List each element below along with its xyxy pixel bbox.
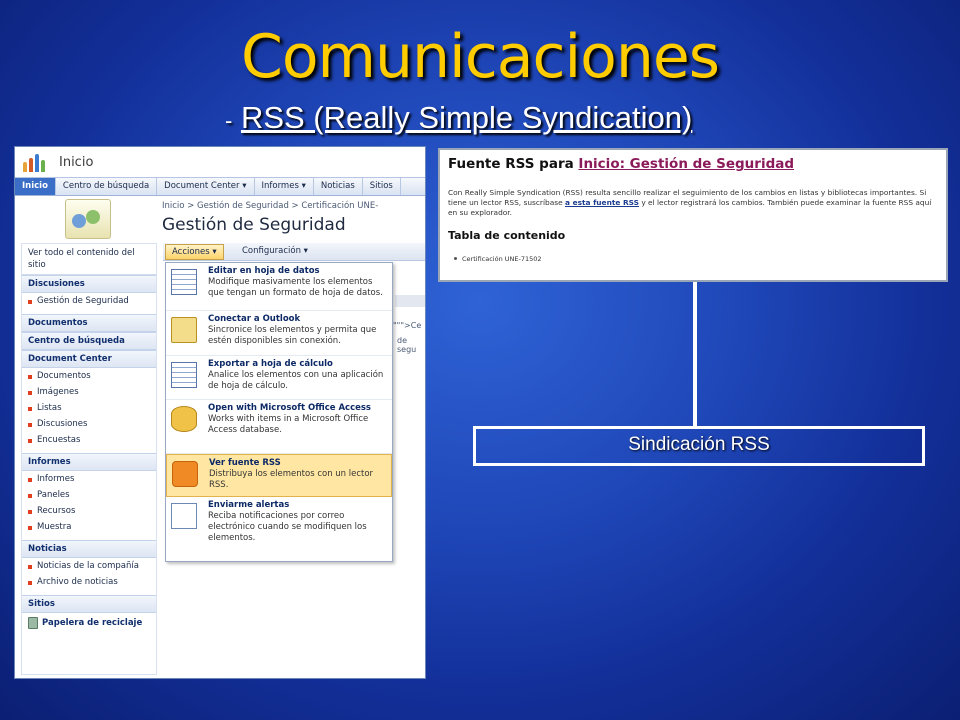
rss-subscribe-link[interactable]: a esta fuente RSS: [565, 198, 639, 207]
nav-item-discusiones[interactable]: Discusiones: [22, 416, 156, 432]
breadcrumb[interactable]: Inicio > Gestión de Seguridad > Certific…: [162, 201, 378, 211]
rss-icon: [172, 461, 198, 487]
recycle-bin-icon: [28, 617, 38, 629]
actions-dropdown-menu: Editar en hoja de datos Modifique masiva…: [165, 262, 393, 562]
menu-item-desc: Reciba notificaciones por correo electró…: [208, 511, 367, 543]
nav-item-archivo-noticias[interactable]: Archivo de noticias: [22, 574, 156, 590]
nav-header-discusiones[interactable]: Discusiones: [22, 275, 156, 293]
behind-text-1: """>Ce: [393, 321, 422, 330]
syndication-label-box: Sindicación RSS: [473, 426, 925, 466]
subtitle-text: RSS (Really Simple Syndication): [240, 100, 693, 135]
connector-line: [693, 282, 697, 427]
recycle-bin-link[interactable]: Papelera de reciclaje: [22, 613, 156, 633]
nav-item-imagenes[interactable]: Imágenes: [22, 384, 156, 400]
access-icon: [171, 406, 197, 432]
sp-top-bar: Inicio: [15, 147, 425, 177]
sharepoint-logo-icon: [23, 152, 47, 172]
nav-item-encuestas[interactable]: Encuestas: [22, 432, 156, 448]
tab-noticias[interactable]: Noticias: [314, 178, 363, 195]
tab-document-center[interactable]: Document Center ▾: [157, 178, 255, 195]
nav-header-informes[interactable]: Informes: [22, 453, 156, 471]
nav-header-sitios[interactable]: Sitios: [22, 595, 156, 613]
sharepoint-screenshot: Inicio Inicio Centro de búsqueda Documen…: [14, 146, 426, 679]
behind-text-2: de segu: [397, 336, 417, 354]
quick-launch: Ver todo el contenido del sitio Discusio…: [21, 243, 157, 675]
nav-header-document-center[interactable]: Document Center: [22, 350, 156, 368]
nav-item-informes[interactable]: Informes: [22, 471, 156, 487]
menu-item-view-rss[interactable]: Ver fuente RSS Distribuya los elementos …: [166, 454, 392, 497]
menu-item-connect-outlook[interactable]: Conectar a Outlook Sincronice los elemen…: [166, 311, 392, 356]
recycle-bin-label: Papelera de reciclaje: [42, 618, 143, 628]
rss-feed-panel: Fuente RSS para Inicio: Gestión de Segur…: [438, 148, 948, 282]
menu-item-alert-me[interactable]: Enviarme alertas Reciba notificaciones p…: [166, 497, 392, 553]
menu-item-desc: Distribuya los elementos con un lector R…: [209, 469, 374, 490]
nav-item-muestra[interactable]: Muestra: [22, 519, 156, 535]
menu-item-title: Editar en hoja de datos: [208, 266, 320, 276]
menu-item-desc: Works with items in a Microsoft Office A…: [208, 414, 369, 435]
menu-item-title: Exportar a hoja de cálculo: [208, 359, 333, 369]
menu-item-edit-datasheet[interactable]: Editar en hoja de datos Modifique masiva…: [166, 263, 392, 311]
alert-mail-icon: [171, 503, 197, 529]
nav-item-recursos[interactable]: Recursos: [22, 503, 156, 519]
top-nav-tabs: Inicio Centro de búsqueda Document Cente…: [15, 177, 425, 196]
list-toolbar: Acciones ▾ Configuración ▾: [163, 243, 425, 261]
site-name[interactable]: Inicio: [59, 155, 93, 170]
slide-title: Comunicaciones: [240, 22, 720, 92]
menu-item-title: Conectar a Outlook: [208, 314, 301, 324]
actions-menu-button[interactable]: Acciones ▾: [165, 244, 224, 260]
nav-item-listas[interactable]: Listas: [22, 400, 156, 416]
tab-informes[interactable]: Informes ▾: [255, 178, 314, 195]
page-header: Inicio > Gestión de Seguridad > Certific…: [15, 197, 425, 245]
menu-item-desc: Modifique masivamente los elementos que …: [208, 277, 383, 298]
slide-subtitle: - RSS (Really Simple Syndication): [225, 100, 692, 136]
menu-item-title: Open with Microsoft Office Access: [208, 403, 371, 413]
datasheet-icon: [171, 269, 197, 295]
menu-item-title: Enviarme alertas: [208, 500, 290, 510]
rss-description: Con Really Simple Syndication (RSS) resu…: [448, 188, 942, 218]
tab-sitios[interactable]: Sitios: [363, 178, 401, 195]
tab-centro-busqueda[interactable]: Centro de búsqueda: [56, 178, 158, 195]
nav-item-gestion-seguridad[interactable]: Gestión de Seguridad: [22, 293, 156, 309]
nav-item-paneles[interactable]: Paneles: [22, 487, 156, 503]
menu-item-title: Ver fuente RSS: [209, 458, 281, 468]
menu-item-open-access[interactable]: Open with Microsoft Office Access Works …: [166, 400, 392, 454]
toc-item[interactable]: Certificación UNE-71502: [454, 255, 542, 263]
nav-item-noticias-compania[interactable]: Noticias de la compañía: [22, 558, 156, 574]
rss-feed-title: Fuente RSS para Inicio: Gestión de Segur…: [448, 156, 794, 172]
subtitle-dash: -: [225, 108, 233, 133]
toc-heading: Tabla de contenido: [448, 229, 566, 242]
menu-item-export-spreadsheet[interactable]: Exportar a hoja de cálculo Analice los e…: [166, 356, 392, 400]
view-all-content-link[interactable]: Ver todo el contenido del sitio: [22, 244, 156, 275]
settings-menu-button[interactable]: Configuración ▾: [242, 246, 308, 256]
menu-item-desc: Sincronice los elementos y permita que e…: [208, 325, 377, 346]
nav-item-documentos[interactable]: Documentos: [22, 368, 156, 384]
page-title: Gestión de Seguridad: [162, 215, 346, 235]
site-icon: [65, 199, 111, 239]
menu-item-desc: Analice los elementos con una aplicación…: [208, 370, 384, 391]
rss-title-prefix: Fuente RSS para: [448, 156, 574, 172]
spreadsheet-icon: [171, 362, 197, 388]
nav-header-documentos[interactable]: Documentos: [22, 314, 156, 332]
nav-header-noticias[interactable]: Noticias: [22, 540, 156, 558]
rss-title-link[interactable]: Inicio: Gestión de Seguridad: [578, 156, 794, 172]
outlook-icon: [171, 317, 197, 343]
tab-inicio[interactable]: Inicio: [15, 178, 56, 195]
nav-header-centro-busqueda[interactable]: Centro de búsqueda: [22, 332, 156, 350]
